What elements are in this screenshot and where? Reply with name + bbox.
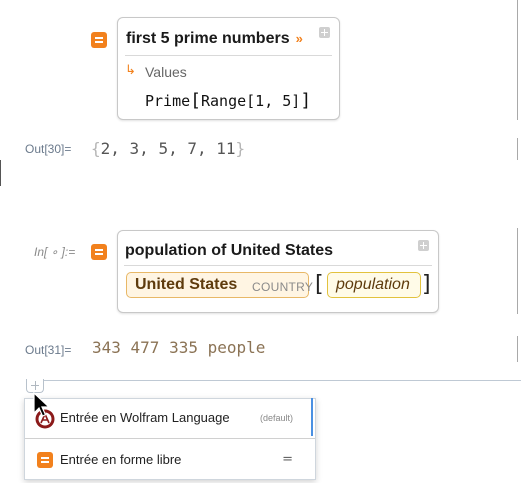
free-form-input-icon[interactable] [91,32,107,48]
cell-bracket[interactable] [517,228,518,314]
expand-chevron-icon[interactable]: » [296,31,303,46]
output-label: Out[30]= [25,142,72,156]
output-label: Out[31]= [25,343,72,357]
menu-item-wolfram-language[interactable]: Entrée en Wolfram Language (default) [25,400,315,436]
values-label: Values [145,64,187,80]
add-pod-icon[interactable] [319,27,330,38]
nl-query-box[interactable]: first 5 prime numbers» ↳ Values Prime[Ra… [117,17,340,120]
close-bracket: ] [422,272,431,297]
return-arrow-icon: ↳ [125,63,136,78]
cell-insertion-line[interactable] [44,380,521,381]
divider [125,55,332,56]
add-pod-icon[interactable] [418,240,429,251]
cell-bracket[interactable] [517,0,518,120]
nl-query-box[interactable]: population of United States United State… [117,230,439,313]
entity-type: COUNTRY [252,280,314,294]
menu-item-label: Entrée en Wolfram Language [60,410,230,425]
cell-group-bracket [0,160,1,186]
mouse-cursor-icon [33,392,51,417]
input-label: In[ ∘ ]:= [34,245,76,259]
property-name: population [336,276,410,293]
wolfram-code[interactable]: Prime[Range[1, 5]] [145,90,311,111]
query-title: population of United States [125,242,333,259]
cell-bracket[interactable] [517,138,518,160]
free-form-input-icon[interactable] [91,244,107,260]
entity-chip[interactable]: United States COUNTRY [126,272,313,298]
divider [124,265,432,266]
menu-divider [25,438,315,439]
population-output[interactable]: 343 477 335 people [92,338,265,357]
menu-item-hint: = [282,452,293,467]
cell-type-menu: Entrée en Wolfram Language (default) Ent… [24,398,316,480]
property-chip[interactable]: population [327,272,421,298]
open-bracket: [ [315,272,324,297]
wolfram-alpha-icon [37,452,53,468]
entity-name: United States [135,276,238,293]
focus-indicator [311,398,313,436]
output-list[interactable]: {2, 3, 5, 7, 11} [91,139,245,158]
cell-bracket[interactable] [517,336,518,362]
query-title: first 5 prime numbers» [126,30,303,47]
menu-item-label: Entrée en forme libre [60,452,182,467]
menu-item-free-form[interactable]: Entrée en forme libre = [25,447,315,483]
menu-item-hint: (default) [259,413,293,423]
add-cell-button[interactable] [26,379,44,393]
